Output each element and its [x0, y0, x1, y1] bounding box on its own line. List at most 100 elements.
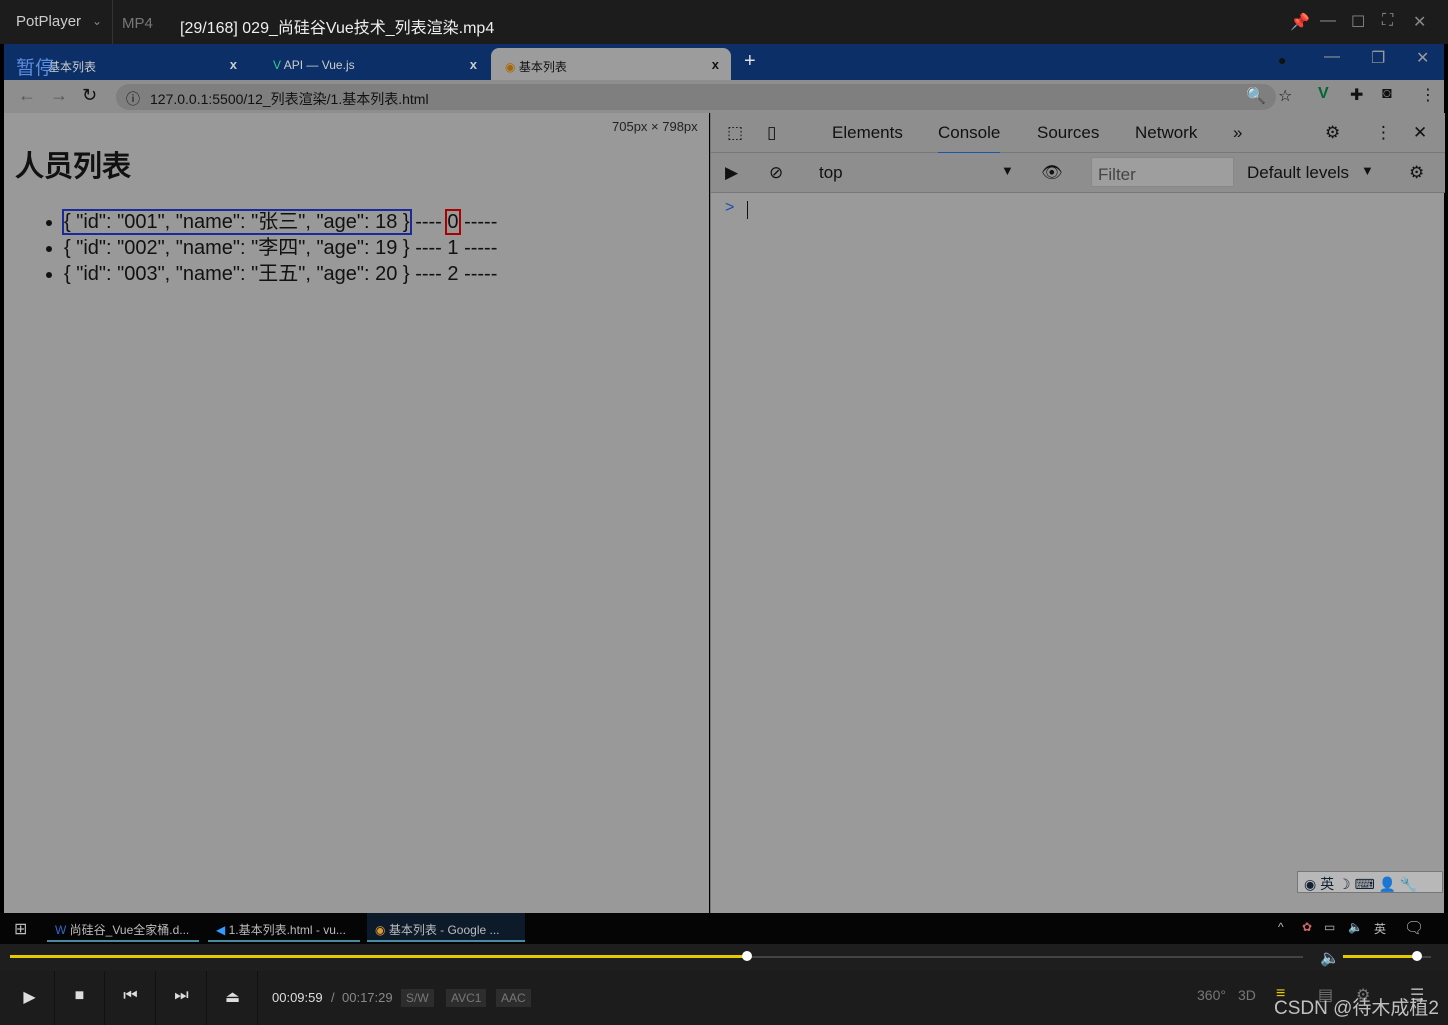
item-index: 2	[447, 263, 459, 285]
minimize-browser-button[interactable]: —	[1324, 48, 1340, 66]
close-button[interactable]: ✕	[1413, 12, 1426, 32]
menu-icon[interactable]: ⋮	[1420, 85, 1436, 105]
time-separator: /	[331, 990, 335, 1005]
360-icon[interactable]: 360°	[1197, 987, 1226, 1003]
mute-icon[interactable]: 🔈	[1320, 948, 1340, 968]
windows-start-icon[interactable]: ⊞	[14, 919, 27, 939]
viewport-dimensions: 705px × 798px	[612, 119, 698, 134]
item-tail: -----	[464, 237, 498, 259]
close-devtools-icon[interactable]: ✕	[1413, 123, 1427, 143]
profile-icon[interactable]: ◙	[1382, 85, 1392, 103]
chrome-icon: ◉	[375, 923, 389, 937]
taskbar-item-word[interactable]: W 尚硅谷_Vue全家桶.d...	[47, 913, 199, 942]
zoom-icon[interactable]: 🔍	[1246, 86, 1266, 106]
clear-console-icon[interactable]: ⊘	[769, 163, 783, 183]
tab-sources[interactable]: Sources	[1037, 123, 1099, 143]
item-index: 0	[445, 209, 461, 235]
volume-handle[interactable]	[1411, 951, 1422, 961]
tab-basic-list-1[interactable]: 基本列表 x	[34, 48, 249, 80]
eject-button[interactable]: ⏏	[208, 971, 258, 1025]
browser-tabstrip: 基本列表 x V API — Vue.js x ◉ 基本列表 x + ● — ❐ ✕	[4, 44, 1444, 80]
battery-icon[interactable]: ▭	[1324, 920, 1335, 934]
video-codec-badge[interactable]: AVC1	[446, 989, 487, 1007]
chevron-down-icon[interactable]: ⌄	[92, 14, 102, 28]
watermark: CSDN @待木成植2	[1274, 998, 1439, 1019]
settings-gear-icon[interactable]: ⚙	[1325, 123, 1340, 143]
item-index: 1	[447, 237, 459, 259]
previous-button[interactable]: ⏮	[106, 971, 156, 1025]
page-viewport: 人员列表 { "id": "001", "name": "张三", "age":…	[4, 113, 709, 913]
fullscreen-button[interactable]: ⛶	[1382, 12, 1393, 30]
vue-devtools-icon[interactable]: V	[1318, 85, 1329, 103]
page-heading: 人员列表	[15, 151, 132, 183]
tab-console[interactable]: Console	[938, 123, 1001, 154]
url-input[interactable]: ⓘ 127.0.0.1:5500/12_列表渲染/1.基本列表.html	[116, 84, 1276, 110]
notification-icon[interactable]: 🗨	[1404, 918, 1424, 938]
word-icon: W	[55, 923, 70, 937]
devtools-panel: ⬚ ▯ Elements Console Sources Network » ⚙…	[710, 113, 1445, 913]
taskbar-label: 尚硅谷_Vue全家桶.d...	[69, 923, 190, 937]
audio-codec-badge[interactable]: AAC	[496, 989, 531, 1007]
decoder-badge[interactable]: S/W	[401, 989, 434, 1007]
more-options-icon[interactable]: ⋮	[1375, 123, 1392, 143]
list-item: { "id": "003", "name": "王五", "age": 20 }…	[64, 257, 497, 285]
format-label: MP4	[122, 15, 153, 32]
stop-button[interactable]: ■	[55, 971, 105, 1025]
item-sep: ----	[415, 237, 442, 259]
bookmark-star-icon[interactable]: ☆	[1278, 86, 1292, 106]
play-button[interactable]: ▶	[5, 971, 55, 1025]
seek-progress	[10, 955, 747, 958]
taskbar-label: 基本列表 - Google ...	[388, 923, 500, 937]
next-button[interactable]: ⏭	[157, 971, 207, 1025]
device-toggle-icon[interactable]: ▯	[767, 123, 776, 143]
restore-browser-button[interactable]: ❐	[1371, 48, 1385, 68]
forward-button[interactable]: →	[50, 85, 68, 106]
inspect-element-icon[interactable]: ⬚	[727, 123, 743, 143]
log-levels-select[interactable]: Default levels	[1247, 163, 1349, 183]
close-tab-icon[interactable]: x	[712, 57, 719, 72]
taskbar-item-chrome[interactable]: ◉ 基本列表 - Google ...	[367, 913, 525, 942]
tray-ime-lang[interactable]: 英	[1374, 920, 1386, 937]
volume-tray-icon[interactable]: 🔈	[1348, 920, 1363, 934]
console-toolbar: ▶ ⊘ top ▼ 👁 Filter Default levels ▼ ⚙	[711, 153, 1445, 193]
filter-input[interactable]: Filter	[1091, 157, 1234, 187]
devtools-toolbar: ⬚ ▯ Elements Console Sources Network » ⚙…	[711, 113, 1445, 154]
close-tab-icon[interactable]: x	[230, 57, 237, 72]
tab-basic-list-active[interactable]: ◉ 基本列表 x	[491, 48, 731, 80]
console-settings-icon[interactable]: ⚙	[1409, 163, 1424, 183]
taskbar-label: 1.基本列表.html - vu...	[228, 923, 346, 937]
ime-logo-icon: ◉	[1304, 876, 1317, 892]
seek-handle[interactable]	[742, 951, 752, 961]
tray-expand-icon[interactable]: ^	[1278, 920, 1284, 934]
live-expression-eye-icon[interactable]: 👁	[1041, 163, 1063, 183]
volume-level	[1343, 955, 1417, 958]
close-browser-button[interactable]: ✕	[1416, 48, 1429, 68]
chevron-down-icon[interactable]: ▼	[1001, 163, 1014, 178]
video-title: [29/168] 029_尚硅谷Vue技术_列表渲染.mp4	[180, 20, 495, 37]
seek-bar[interactable]: 🔈	[0, 944, 1448, 971]
tab-network[interactable]: Network	[1135, 123, 1197, 143]
minimize-button[interactable]: —	[1320, 12, 1336, 30]
new-tab-button[interactable]: +	[744, 50, 756, 73]
pin-icon[interactable]: 📌	[1290, 12, 1310, 32]
tray-app-icon[interactable]: ✿	[1302, 920, 1312, 934]
account-icon[interactable]: ●	[1278, 52, 1286, 68]
taskbar-item-vscode[interactable]: ◀ 1.基本列表.html - vu...	[208, 913, 360, 942]
back-button[interactable]: ←	[18, 85, 36, 106]
console-caret[interactable]	[747, 201, 748, 219]
player-brand-menu[interactable]: PotPlayer	[16, 13, 81, 30]
context-select[interactable]: top	[819, 163, 843, 183]
more-tabs-icon[interactable]: »	[1233, 123, 1242, 143]
chevron-down-icon[interactable]: ▼	[1361, 163, 1374, 178]
maximize-button[interactable]: ☐	[1351, 12, 1365, 32]
extensions-icon[interactable]: ✚	[1350, 85, 1363, 105]
reload-button[interactable]: ↻	[82, 85, 97, 106]
item-tail: -----	[464, 211, 498, 233]
3d-icon[interactable]: 3D	[1238, 987, 1256, 1003]
sidebar-toggle-icon[interactable]: ▶	[725, 163, 738, 183]
ime-toolbar[interactable]: ◉ 英 ☽ ⌨ 👤 🔧	[1297, 871, 1443, 893]
tab-elements[interactable]: Elements	[832, 123, 903, 143]
close-tab-icon[interactable]: x	[470, 57, 477, 72]
console-prompt[interactable]: >	[725, 199, 734, 217]
tab-vue-api[interactable]: V API — Vue.js x	[259, 48, 489, 80]
